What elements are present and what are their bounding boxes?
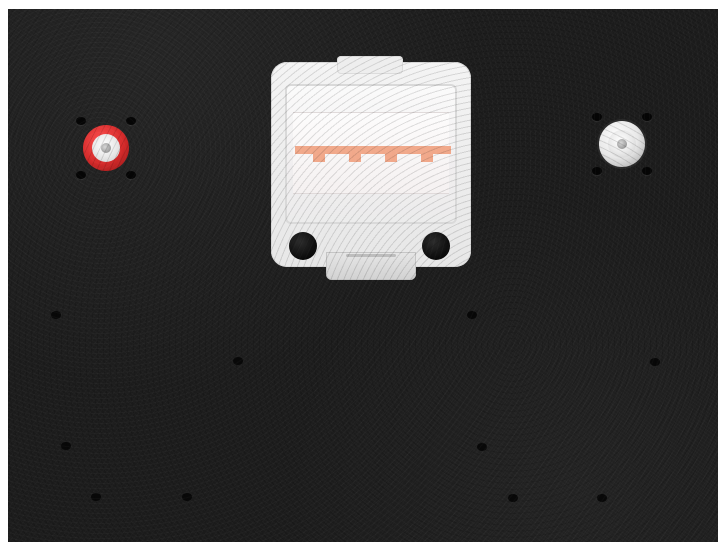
dimple-icon	[182, 493, 192, 501]
dimple-icon	[51, 311, 61, 319]
black-panel	[8, 9, 718, 542]
photo-stage	[0, 0, 726, 542]
dimple-icon	[233, 357, 243, 365]
dimple-icon	[91, 493, 101, 501]
panel-dimples	[51, 311, 660, 502]
dimple-icon	[477, 443, 487, 451]
dimple-icon	[650, 358, 660, 366]
dimple-icon	[508, 494, 518, 502]
dimple-icon	[61, 442, 71, 450]
dimple-icon	[467, 311, 477, 319]
dimple-icon	[597, 494, 607, 502]
